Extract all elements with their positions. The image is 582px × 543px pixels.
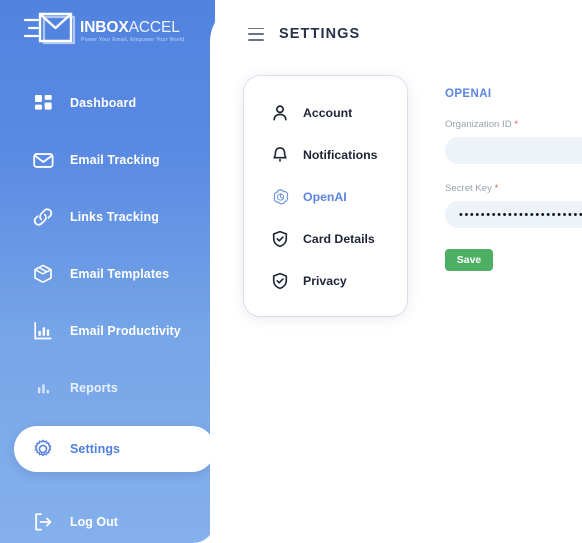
settings-page: INBOXACCEL Power Your Email, Empower You… xyxy=(0,0,582,543)
settings-menu-item-label: Card Details xyxy=(303,232,375,246)
sidebar-item-logout[interactable]: Log Out xyxy=(0,505,118,539)
settings-menu-card: Account Notifications OpenAI Card Detail… xyxy=(244,76,407,316)
logout-icon xyxy=(32,511,54,533)
sidebar-item-label: Reports xyxy=(70,381,118,395)
hamburger-bar xyxy=(248,38,264,41)
sidebar-item-settings[interactable]: Settings xyxy=(14,426,215,472)
sidebar: INBOXACCEL Power Your Email, Empower You… xyxy=(0,0,215,543)
secret-key-label: Secret Key * xyxy=(445,183,582,194)
sidebar-item-dashboard[interactable]: Dashboard xyxy=(0,84,215,122)
hamburger-bar xyxy=(248,27,264,30)
settings-menu-item-openai[interactable]: OpenAI xyxy=(244,182,407,212)
sidebar-item-email-templates[interactable]: Email Templates xyxy=(0,255,215,293)
brand-tagline: Power Your Email, Empower Your World xyxy=(81,37,185,43)
shield-check-icon xyxy=(270,271,290,291)
settings-menu-item-label: Notifications xyxy=(303,148,378,162)
hamburger-bar xyxy=(248,33,264,35)
settings-menu-item-label: Privacy xyxy=(303,274,347,288)
user-icon xyxy=(270,103,290,123)
organization-id-label: Organization ID * xyxy=(445,119,582,130)
settings-menu-item-label: OpenAI xyxy=(303,190,347,204)
settings-menu-item-card-details[interactable]: Card Details xyxy=(244,224,407,254)
openai-settings-form: OPENAI Organization ID * Secret Key * Sa… xyxy=(445,88,582,271)
bar-chart-icon xyxy=(32,320,54,342)
sidebar-item-links-tracking[interactable]: Links Tracking xyxy=(0,198,215,236)
sidebar-item-label: Dashboard xyxy=(70,96,137,110)
sidebar-nav: Dashboard Email Tracking Links Tracking … xyxy=(0,84,215,491)
settings-menu-item-label: Account xyxy=(303,106,353,120)
required-marker: * xyxy=(494,183,499,194)
brand-logo[interactable]: INBOXACCEL Power Your Email, Empower You… xyxy=(23,8,192,60)
sidebar-item-label: Settings xyxy=(70,442,121,456)
sidebar-item-reports[interactable]: Reports xyxy=(0,369,215,407)
brand-name-bold: INBOX xyxy=(80,19,129,36)
page-header: SETTINGS xyxy=(248,26,360,42)
envelope-speed-icon xyxy=(23,12,80,54)
sidebar-item-label: Email Templates xyxy=(70,267,170,281)
sidebar-item-label: Email Productivity xyxy=(70,324,181,338)
settings-menu-item-account[interactable]: Account xyxy=(244,98,407,128)
grid-icon xyxy=(32,92,54,114)
link-icon xyxy=(32,206,54,228)
organization-id-label-text: Organization ID xyxy=(445,119,512,130)
save-button[interactable]: Save xyxy=(445,249,493,271)
form-title: OPENAI xyxy=(445,88,492,100)
settings-menu-item-notifications[interactable]: Notifications xyxy=(244,140,407,170)
openai-icon xyxy=(270,187,290,207)
organization-id-input[interactable] xyxy=(445,137,582,164)
hamburger-icon[interactable] xyxy=(248,27,264,41)
secret-key-label-text: Secret Key xyxy=(445,183,492,194)
sidebar-item-label: Email Tracking xyxy=(70,153,160,167)
sidebar-item-email-productivity[interactable]: Email Productivity xyxy=(0,312,215,350)
gear-icon xyxy=(32,438,54,460)
settings-menu-item-privacy[interactable]: Privacy xyxy=(244,266,407,296)
required-marker: * xyxy=(514,119,519,130)
sidebar-item-email-tracking[interactable]: Email Tracking xyxy=(0,141,215,179)
main-content: SETTINGS Account Notifications OpenAI Ca… xyxy=(210,0,582,543)
box-icon xyxy=(32,263,54,285)
page-title: SETTINGS xyxy=(279,26,361,42)
bell-icon xyxy=(270,145,290,165)
bar-chart-small-icon xyxy=(32,377,54,399)
secret-key-input[interactable] xyxy=(445,201,582,228)
brand-name: INBOXACCEL xyxy=(80,20,180,36)
envelope-icon xyxy=(32,149,54,171)
sidebar-item-label: Log Out xyxy=(70,515,118,529)
brand-name-light: ACCEL xyxy=(128,19,180,36)
shield-check-icon xyxy=(270,229,290,249)
sidebar-item-label: Links Tracking xyxy=(70,210,159,224)
